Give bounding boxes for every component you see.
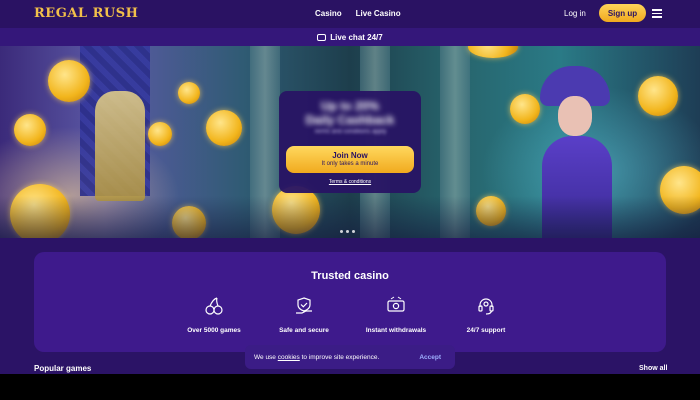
feature-secure: Safe and secure: [254, 296, 354, 334]
coin-icon: [638, 76, 678, 116]
promo-subtitle: Terms and conditions apply: [313, 129, 387, 135]
coin-icon: [48, 60, 90, 102]
login-link[interactable]: Log in: [564, 9, 586, 18]
coin-icon: [206, 110, 242, 146]
feature-support: 24/7 support: [436, 296, 536, 334]
nav-casino[interactable]: Casino: [315, 9, 342, 18]
chat-icon: [317, 33, 327, 41]
coin-icon: [148, 122, 172, 146]
carousel-dots[interactable]: [340, 230, 355, 233]
coin-icon: [178, 82, 200, 104]
signup-button[interactable]: Sign up: [599, 4, 646, 22]
nav-live-casino[interactable]: Live Casino: [356, 9, 401, 18]
promo-title: Up to 20% Daily Cashback: [305, 99, 395, 127]
cookie-text: We use cookies to improve site experienc…: [254, 353, 380, 361]
promo-card: Up to 20% Daily Cashback Terms and condi…: [279, 91, 421, 193]
feature-withdrawals: Instant withdrawals: [346, 296, 446, 334]
bottom-black-bar: [0, 374, 700, 400]
feature-games: Over 5000 games: [164, 296, 264, 334]
cherries-icon: [205, 297, 223, 315]
hero-banner: Up to 20% Daily Cashback Terms and condi…: [0, 46, 700, 238]
show-all-link[interactable]: Show all: [639, 365, 667, 372]
trusted-title: Trusted casino: [311, 270, 389, 282]
live-chat-label: Live chat 24/7: [330, 32, 383, 42]
live-chat-bar[interactable]: Live chat 24/7: [0, 28, 700, 46]
coin-icon: [14, 114, 46, 146]
throne-image: [95, 91, 145, 201]
main-nav: Casino Live Casino: [315, 9, 401, 18]
terms-link[interactable]: Terms & conditions: [279, 179, 421, 185]
join-now-button[interactable]: Join Now It only takes a minute: [286, 146, 414, 173]
top-header: REGAL RUSH Casino Live Casino Log in Sig…: [0, 0, 700, 28]
page: REGAL RUSH Casino Live Casino Log in Sig…: [0, 0, 700, 374]
cookies-link[interactable]: cookies: [278, 354, 300, 361]
coin-icon: [468, 46, 518, 58]
hamburger-menu-icon[interactable]: [652, 9, 662, 18]
cookie-banner: We use cookies to improve site experienc…: [245, 345, 455, 369]
logo[interactable]: REGAL RUSH: [34, 6, 138, 21]
popular-games-title: Popular games: [34, 364, 92, 373]
trusted-casino-panel: Trusted casino Over 5000 games Safe and …: [34, 252, 666, 352]
money-icon: [387, 296, 405, 312]
shield-hand-icon: [296, 297, 312, 314]
accept-cookies-button[interactable]: Accept: [419, 354, 441, 361]
headset-icon: [478, 298, 494, 315]
